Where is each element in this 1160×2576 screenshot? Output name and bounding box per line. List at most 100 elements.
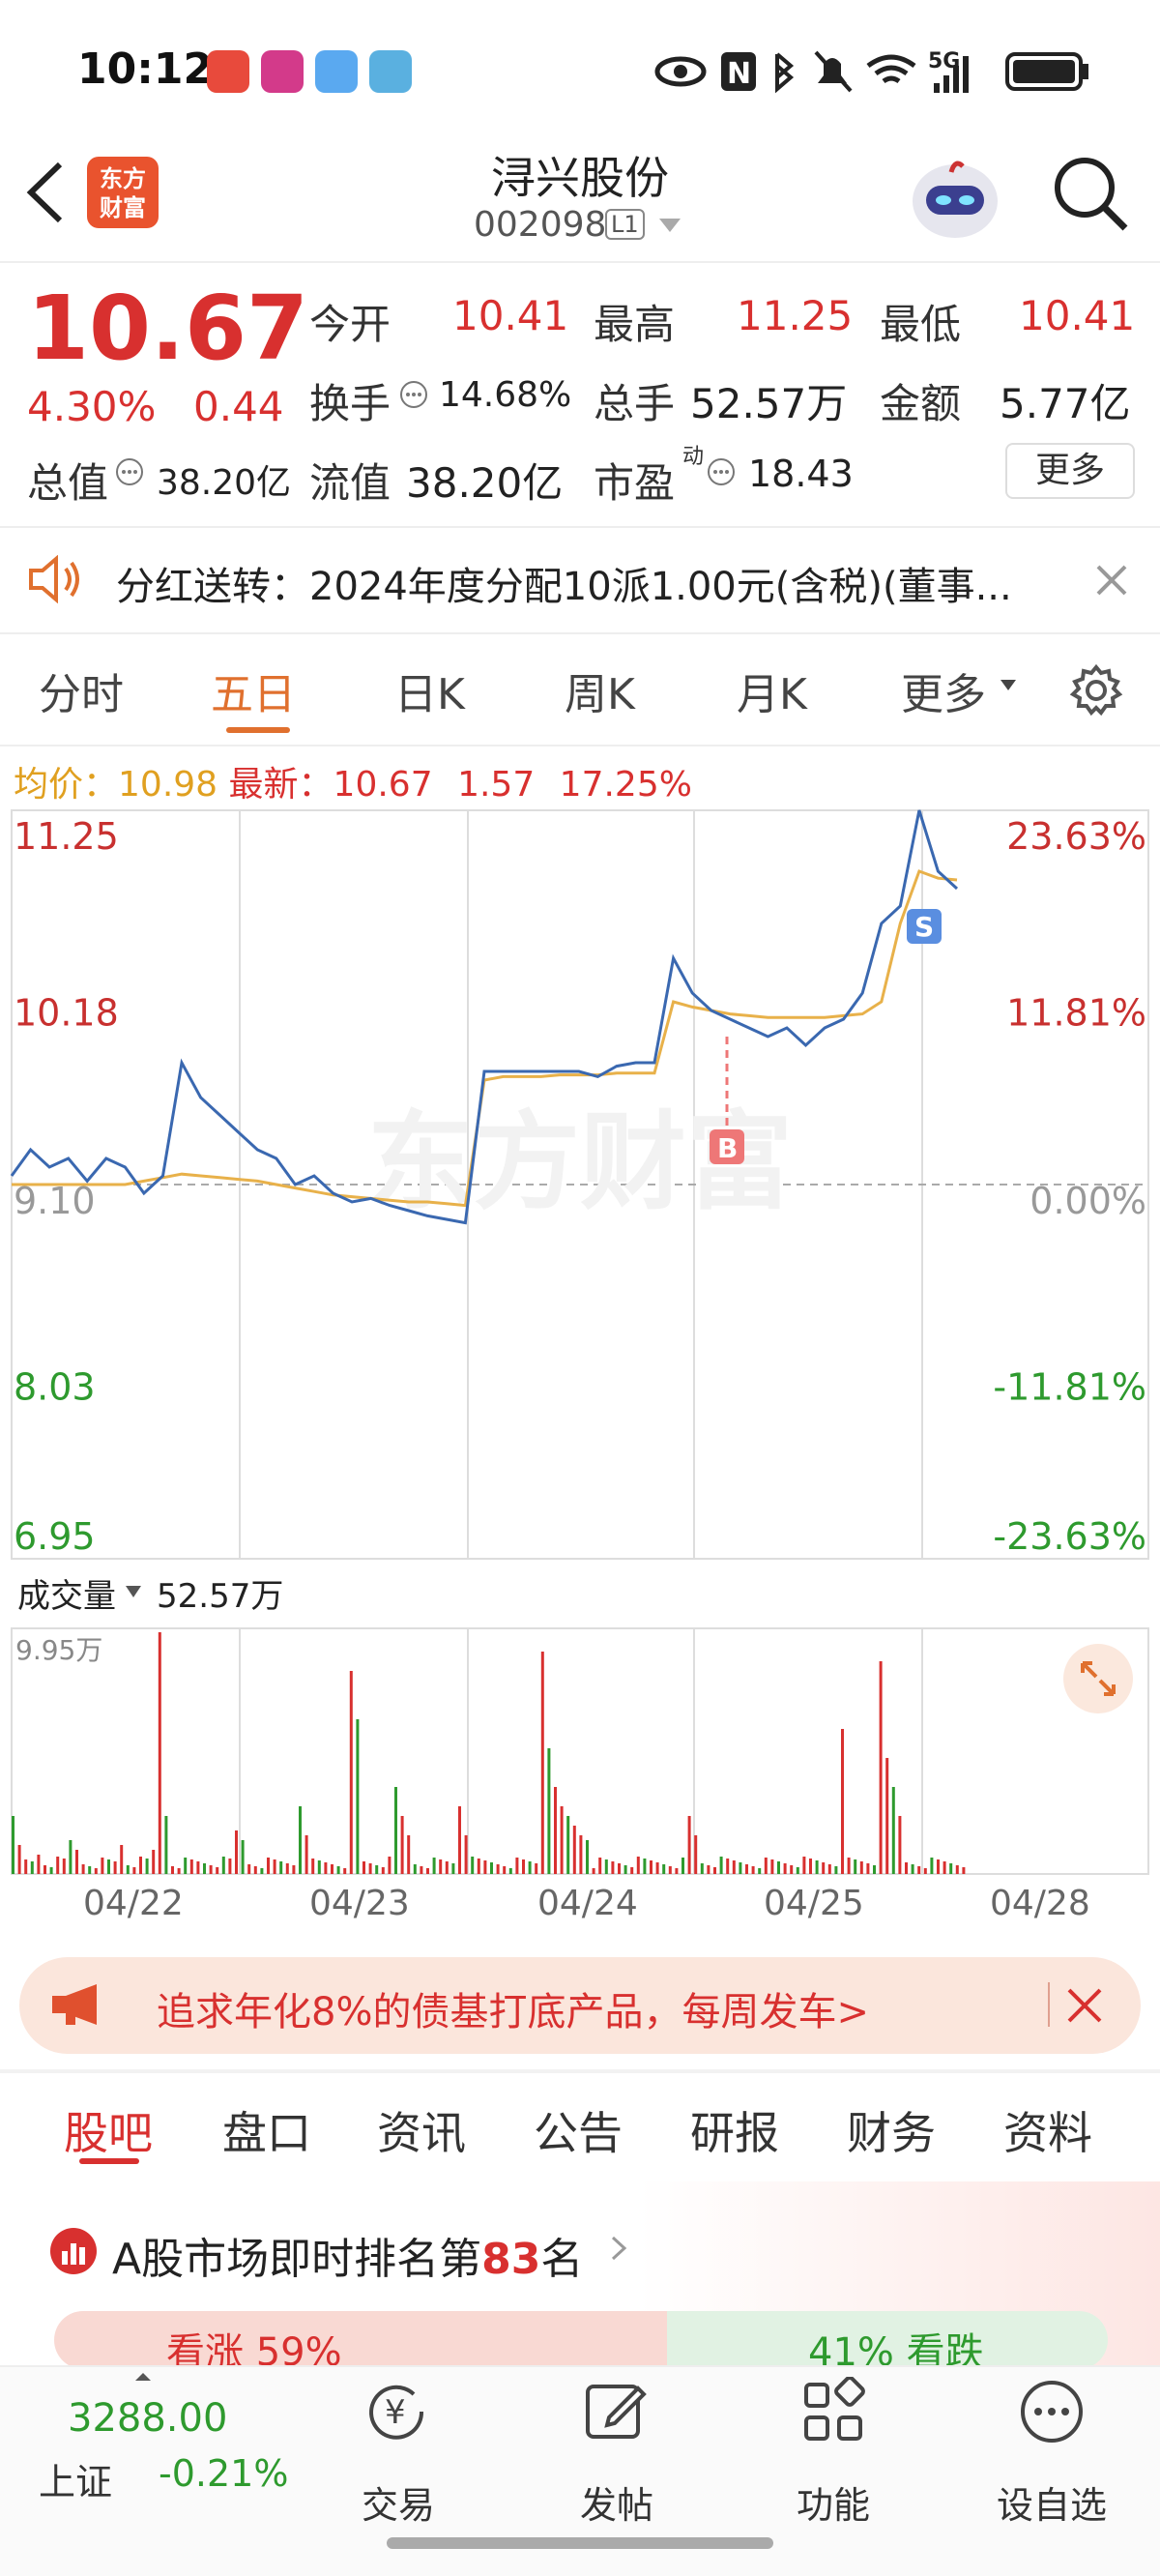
divider: [0, 261, 1160, 263]
volume-bar: [783, 1863, 787, 1874]
chevron-down-icon[interactable]: [657, 217, 682, 234]
close-icon[interactable]: [1065, 1986, 1104, 2025]
volume-bar: [885, 1758, 889, 1874]
volume-bar: [809, 1859, 812, 1874]
robot-avatar-icon[interactable]: [909, 153, 1001, 240]
low-label: 最低: [880, 301, 962, 348]
index-value[interactable]: 3288.00: [68, 2396, 227, 2441]
volume-bar: [770, 1859, 774, 1874]
volume-bar: [349, 1671, 353, 1874]
volume-bar: [152, 1850, 156, 1874]
gear-icon[interactable]: [1069, 663, 1123, 717]
volume-bar: [841, 1729, 844, 1874]
info-icon[interactable]: [706, 456, 737, 487]
tab-announcements[interactable]: 公告: [534, 2098, 623, 2162]
volume-bar: [503, 1866, 507, 1874]
active-tab-indicator: [79, 2158, 139, 2164]
tab-more[interactable]: 更多: [901, 659, 986, 721]
tab-finance[interactable]: 财务: [847, 2098, 936, 2162]
volume-bar: [477, 1859, 480, 1874]
y-tick-right: 0.00%: [1030, 1180, 1146, 1222]
tab-weekly-k[interactable]: 周K: [565, 659, 635, 721]
volume-bar: [216, 1867, 219, 1874]
speaker-icon: [29, 555, 79, 603]
tab-guba[interactable]: 股吧: [64, 2098, 153, 2162]
volume-bar: [528, 1861, 532, 1874]
volume-bar: [69, 1840, 72, 1874]
app-icon-coupon: [315, 50, 358, 93]
tab-daily-k[interactable]: 日K: [394, 659, 465, 721]
tab-news[interactable]: 资讯: [377, 2098, 466, 2162]
volume-bar: [241, 1840, 245, 1874]
app-icon-book: [369, 50, 412, 93]
volume-bar: [120, 1845, 124, 1874]
volume-bar: [221, 1857, 225, 1874]
function-button[interactable]: 功能: [766, 2475, 901, 2529]
volume-bar: [407, 1835, 411, 1874]
volume-bar: [891, 1787, 895, 1874]
volume-bar: [917, 1866, 921, 1874]
volume-bar: [802, 1857, 806, 1874]
tab-monthly-k[interactable]: 月K: [737, 659, 807, 721]
more-button[interactable]: 更多: [1005, 443, 1135, 499]
info-icon[interactable]: [114, 456, 145, 487]
volume-bar: [643, 1859, 647, 1874]
clock: 10:12: [77, 44, 214, 94]
five-day-chart[interactable]: 东方财富 11.25 23.63%10.18 11.81%9.10 0.00%8.03…: [0, 803, 1160, 1905]
add-watchlist-button[interactable]: 设自选: [984, 2475, 1119, 2529]
notice-text: 分红送转：2024年度分配10派1.00元(含税)(董事...: [116, 565, 1012, 609]
expand-icon[interactable]: [1063, 1644, 1133, 1713]
svg-text:¥: ¥: [385, 2393, 406, 2432]
volume-bar: [426, 1868, 429, 1874]
volume-bar: [713, 1867, 716, 1874]
apps-icon[interactable]: [798, 2377, 868, 2446]
divider: [0, 745, 1160, 746]
y-tick-left: 6.95: [14, 1515, 96, 1558]
tab-research[interactable]: 研报: [690, 2098, 779, 2162]
close-icon[interactable]: [1092, 561, 1131, 600]
volume-bar: [732, 1860, 736, 1874]
low-value: 10.41: [1019, 292, 1136, 339]
amount-value: 5.77亿: [1000, 380, 1131, 427]
tab-intraday[interactable]: 分时: [39, 659, 124, 721]
index-change[interactable]: -0.21%: [159, 2452, 288, 2495]
volume-bar: [572, 1826, 576, 1874]
home-indicator[interactable]: [387, 2537, 773, 2549]
volume-bar: [17, 1845, 21, 1874]
chevron-right-icon[interactable]: [609, 2234, 628, 2263]
volume-bar: [164, 1816, 168, 1874]
volume-bar: [113, 1861, 117, 1874]
volume-bar: [911, 1864, 914, 1874]
volume-bar: [317, 1860, 321, 1874]
volume-bar: [879, 1661, 883, 1874]
index-name[interactable]: 上证: [39, 2452, 112, 2505]
volume-bar: [30, 1861, 34, 1874]
status-bar: 10:12 N 5G: [0, 0, 1160, 135]
trade-button[interactable]: 交易: [331, 2475, 466, 2529]
y-tick-right: -11.81%: [993, 1366, 1146, 1409]
volume-bar: [655, 1862, 659, 1874]
volume-bar: [343, 1868, 347, 1874]
volume-bar: [228, 1859, 232, 1874]
volume-bar: [758, 1868, 762, 1874]
volume-bar: [687, 1816, 691, 1874]
volume-bar: [267, 1858, 270, 1874]
volume-bar: [942, 1861, 946, 1874]
edit-icon[interactable]: [582, 2377, 652, 2446]
post-button[interactable]: 发帖: [549, 2475, 684, 2529]
bullish-bar[interactable]: [54, 2311, 673, 2369]
tab-profile[interactable]: 资料: [1003, 2098, 1092, 2162]
trade-icon[interactable]: ¥: [363, 2377, 433, 2446]
volume-bar: [535, 1863, 538, 1874]
tab-five-day[interactable]: 五日: [211, 659, 296, 721]
caret-up-icon: [135, 2373, 151, 2381]
volume-bar: [49, 1867, 53, 1874]
search-icon[interactable]: [1050, 153, 1131, 234]
sell-marker[interactable]: S: [907, 909, 942, 944]
more-dots-icon[interactable]: [1017, 2377, 1087, 2446]
tab-order-book[interactable]: 盘口: [222, 2098, 311, 2162]
dividend-notice[interactable]: 分红送转：2024年度分配10派1.00元(含税)(董事...: [0, 528, 1160, 632]
volume-bar: [962, 1867, 966, 1874]
divider: [0, 632, 1160, 634]
info-icon[interactable]: [398, 379, 429, 410]
